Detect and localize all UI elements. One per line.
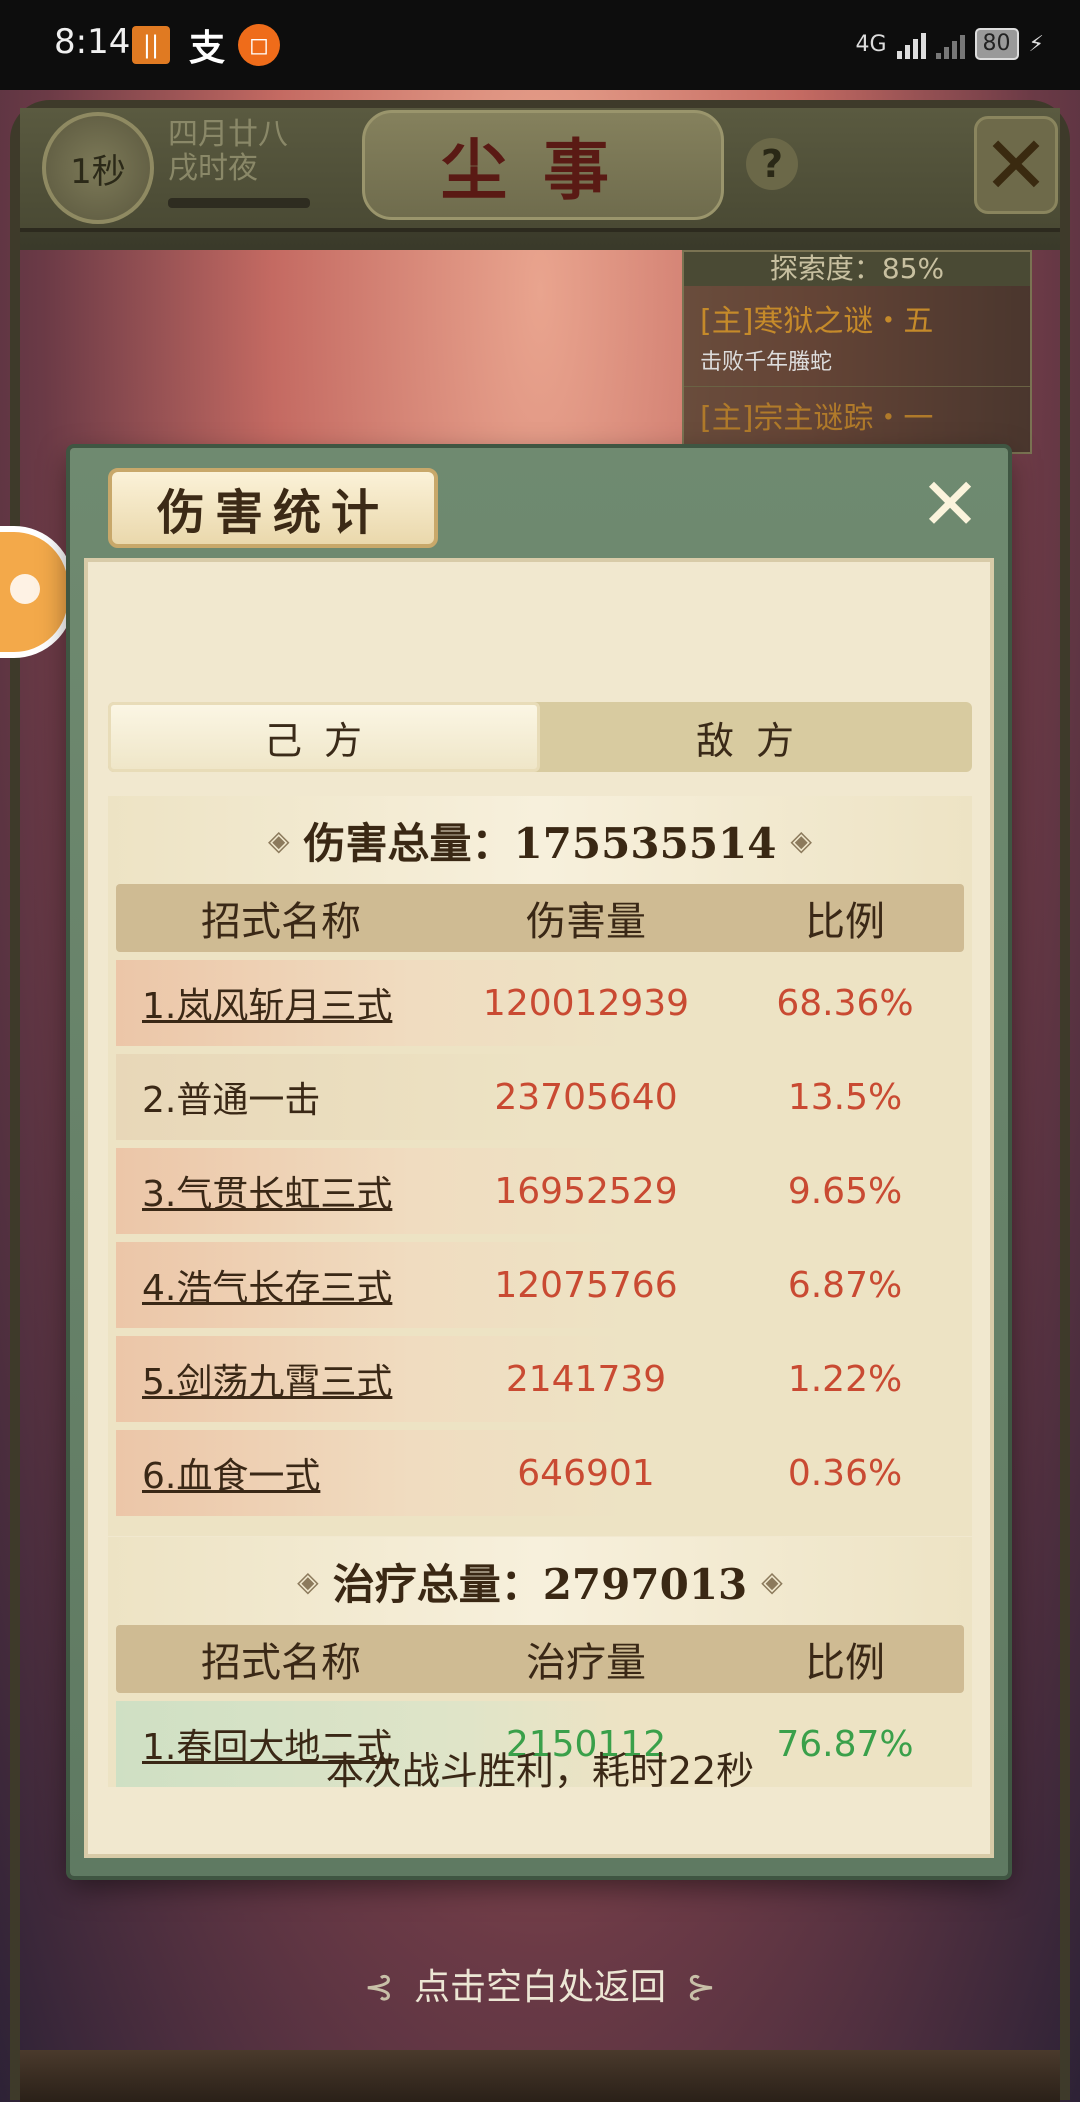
table-row[interactable]: 3.气贯长虹三式 16952529 9.65% <box>116 1148 964 1234</box>
screen: 8:14 || 支 ◻ 4G 80 ⚡ 1秒 四月廿八 戌时夜 尘事 ? ✕ 探… <box>0 0 1080 2102</box>
status-time: 8:14 <box>54 22 131 62</box>
table-row[interactable]: 5.剑荡九霄三式 2141739 1.22% <box>116 1336 964 1422</box>
table-row[interactable]: 4.浩气长存三式 12075766 6.87% <box>116 1242 964 1328</box>
damage-value: 646901 <box>517 1452 655 1494</box>
app-notification-icon: ◻ <box>238 24 280 66</box>
time-progress-bar <box>168 198 310 208</box>
quest-tracker[interactable]: 探索度：85% [主]寒狱之谜・五 击败千年螣蛇 [主]宗主谜踪・一 <box>682 250 1032 454</box>
diamond-icon: ◈ <box>297 1564 319 1598</box>
modal-close-button[interactable]: ✕ <box>918 468 982 540</box>
swirl-icon: ⊰ <box>363 1967 394 2008</box>
signal-icon-2 <box>935 29 965 59</box>
modal-title: 伤害统计 <box>108 468 438 548</box>
damage-ratio: 13.5% <box>787 1076 903 1118</box>
status-icons: 4G 80 ⚡ <box>855 24 1044 64</box>
col-skill-name: 招式名称 <box>201 1640 361 1686</box>
damage-ratio: 6.87% <box>787 1264 903 1306</box>
col-healing: 治疗量 <box>526 1640 646 1686</box>
quest-1-desc: 击败千年螣蛇 <box>684 340 1030 387</box>
col-damage: 伤害量 <box>526 899 646 945</box>
quest-1-title[interactable]: [主]寒狱之谜・五 <box>684 286 1030 340</box>
network-type: 4G <box>855 31 887 57</box>
battle-timer: 1秒 <box>42 112 154 224</box>
gamepad-icon <box>10 574 40 604</box>
damage-ratio: 9.65% <box>787 1170 903 1212</box>
tab-enemy[interactable]: 敌方 <box>540 702 972 772</box>
healing-table-header: 招式名称 治疗量 比例 <box>116 1625 964 1693</box>
help-button[interactable]: ? <box>746 138 798 190</box>
tap-to-return-hint[interactable]: ⊰ 点击空白处返回 ⊱ <box>0 1958 1080 2010</box>
table-row: 2.普通一击 23705640 13.5% <box>116 1054 964 1140</box>
date-line-2: 戌时夜 <box>168 151 258 186</box>
damage-value: 23705640 <box>494 1076 678 1118</box>
game-date: 四月廿八 戌时夜 <box>168 118 288 186</box>
skill-name[interactable]: 4.浩气长存三式 <box>116 1259 446 1311</box>
damage-total-header: ◈ 伤害总量：175535514 ◈ <box>108 796 972 884</box>
explore-progress: 探索度：85% <box>684 252 1030 286</box>
skill-name[interactable]: 1.岚风斩月三式 <box>116 977 446 1029</box>
status-bar: 8:14 || 支 ◻ 4G 80 ⚡ <box>0 0 1080 90</box>
damage-ratio: 1.22% <box>787 1358 903 1400</box>
side-tabs: 己方 敌方 <box>108 702 972 772</box>
damage-ratio: 0.36% <box>787 1452 903 1494</box>
tab-self[interactable]: 己方 <box>108 702 540 772</box>
scene-close-button[interactable]: ✕ <box>974 116 1058 214</box>
date-line-1: 四月廿八 <box>168 117 288 152</box>
skill-name[interactable]: 5.剑荡九霄三式 <box>116 1353 446 1405</box>
damage-value: 2141739 <box>505 1358 667 1400</box>
col-ratio: 比例 <box>805 1640 885 1686</box>
diamond-icon: ◈ <box>267 823 290 857</box>
return-hint-text: 点击空白处返回 <box>413 1967 666 2008</box>
damage-table-header: 招式名称 伤害量 比例 <box>116 884 964 952</box>
damage-value: 12075766 <box>494 1264 678 1306</box>
col-skill-name: 招式名称 <box>201 899 361 945</box>
skill-name[interactable]: 3.气贯长虹三式 <box>116 1165 446 1217</box>
damage-total: 伤害总量：175535514 <box>303 818 777 868</box>
bottom-decoration <box>20 2050 1060 2102</box>
alipay-icon: 支 <box>188 28 225 69</box>
damage-ratio: 68.36% <box>776 982 914 1024</box>
healing-total-header: ◈ 治疗总量：2797013 ◈ <box>108 1537 972 1625</box>
battery-icon: 80 <box>974 28 1019 60</box>
skill-name[interactable]: 6.血食一式 <box>116 1447 446 1499</box>
charging-icon: ⚡ <box>1028 31 1044 57</box>
diamond-icon: ◈ <box>790 823 813 857</box>
healing-total: 治疗总量：2797013 <box>332 1559 748 1609</box>
damage-section: ◈ 伤害总量：175535514 ◈ 招式名称 伤害量 比例 1.岚风斩月三式 … <box>108 796 972 1536</box>
notification-icon: || <box>132 26 170 64</box>
quest-2-title[interactable]: [主]宗主谜踪・一 <box>684 387 1030 437</box>
damage-stats-modal: 伤害统计 ✕ 己方 敌方 ◈ 伤害总量：175535514 ◈ 招式名称 伤害量… <box>70 448 1008 1876</box>
scene-title: 尘事 <box>362 110 724 220</box>
table-row[interactable]: 1.岚风斩月三式 120012939 68.36% <box>116 960 964 1046</box>
col-ratio: 比例 <box>805 899 885 945</box>
modal-content: 己方 敌方 ◈ 伤害总量：175535514 ◈ 招式名称 伤害量 比例 1.岚… <box>84 558 994 1858</box>
skill-name: 2.普通一击 <box>142 1080 321 1121</box>
diamond-icon: ◈ <box>761 1564 783 1598</box>
table-row[interactable]: 6.血食一式 646901 0.36% <box>116 1430 964 1516</box>
swirl-icon: ⊱ <box>686 1967 717 2008</box>
damage-value: 16952529 <box>494 1170 678 1212</box>
damage-value: 120012939 <box>482 982 690 1024</box>
battle-result: 本次战斗胜利，耗时22秒 <box>325 1749 755 1793</box>
signal-icon <box>896 29 926 59</box>
